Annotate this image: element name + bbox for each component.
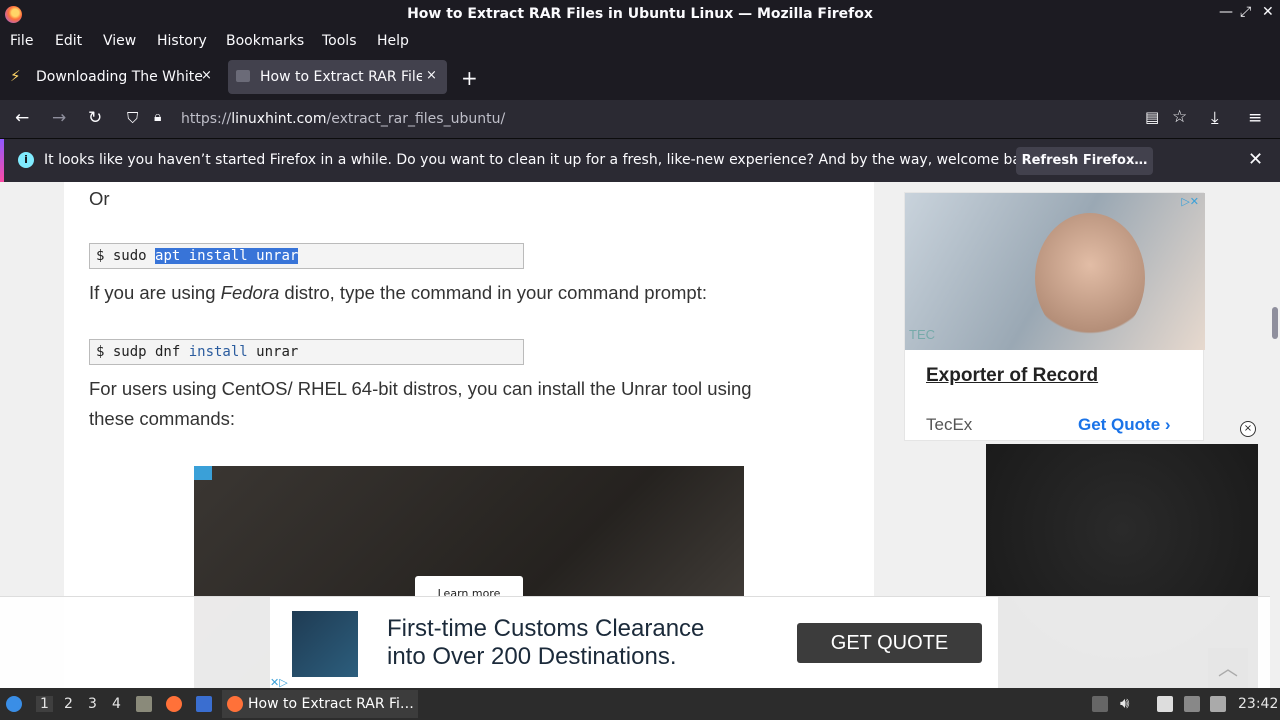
notification-bar: i It looks like you haven’t started Fire… — [0, 138, 1280, 183]
banner-ad[interactable]: First-time Customs Clearance into Over 20… — [270, 597, 998, 689]
fedora-paragraph: If you are using Fedora distro, type the… — [89, 282, 708, 303]
ad-headline[interactable]: Exporter of Record — [926, 365, 1098, 387]
site-favicon-icon — [236, 70, 250, 82]
menu-view[interactable]: View — [103, 33, 136, 49]
firefox-launcher-icon[interactable] — [166, 696, 182, 712]
or-text: Or — [89, 188, 110, 209]
tab-label: Downloading The White House — [36, 69, 204, 85]
task-label: How to Extract RAR Fi… — [248, 696, 414, 712]
file-manager-icon[interactable] — [136, 696, 152, 712]
code-block-apt[interactable]: $ sudo apt install unrar — [89, 243, 524, 269]
page-scrollbar[interactable] — [1270, 182, 1280, 688]
selected-text[interactable]: apt install unrar — [155, 248, 299, 264]
notification-close-icon[interactable]: ✕ — [1248, 149, 1263, 170]
window-title: How to Extract RAR Files in Ubuntu Linux… — [407, 6, 873, 22]
menu-edit[interactable]: Edit — [55, 33, 82, 49]
hamburger-menu-icon[interactable]: ≡ — [1248, 108, 1262, 128]
banner-text: First-time Customs Clearance into Over 20… — [387, 615, 705, 670]
workspace-2[interactable]: 2 — [64, 696, 73, 712]
workspace-3[interactable]: 3 — [88, 696, 97, 712]
minimize-icon[interactable]: — — [1219, 4, 1233, 20]
code-prompt: $ sudo — [96, 248, 156, 264]
ad-close-icon[interactable]: × — [1240, 421, 1256, 437]
ad-watermark: TEC — [909, 327, 935, 342]
tray-storage-icon[interactable] — [1092, 696, 1108, 712]
volume-icon[interactable]: 🔊︎ — [1120, 694, 1129, 712]
notification-message: It looks like you haven’t started Firefo… — [44, 152, 1043, 168]
ad-photo-face — [1035, 213, 1145, 343]
app-menu-icon[interactable] — [6, 696, 22, 712]
bottom-banner-area: First-time Customs Clearance into Over 20… — [0, 596, 1270, 689]
reload-icon[interactable]: ↻ — [88, 108, 102, 128]
tab-close-icon[interactable]: × — [426, 68, 437, 83]
shield-icon[interactable]: ⛉ — [127, 109, 138, 127]
close-icon[interactable]: ✕ — [1262, 4, 1274, 20]
menubar: File Edit View History Bookmarks Tools H… — [0, 29, 1280, 54]
url-bar[interactable]: ⛉ 🔒︎ https://linuxhint.com/extract_rar_f… — [119, 104, 1279, 134]
display-icon[interactable] — [1184, 696, 1200, 712]
tecex-logo-icon — [292, 611, 358, 677]
clock: 23:42 — [1238, 696, 1279, 712]
centos-paragraph: For users using CentOS/ RHEL 64-bit dist… — [89, 378, 752, 429]
workspace-4[interactable]: 4 — [112, 696, 121, 712]
notification-accent — [0, 139, 4, 183]
tab-downloading[interactable]: ⚡ Downloading The White House × — [4, 60, 222, 94]
lightning-icon: ⚡ — [10, 67, 21, 85]
refresh-firefox-button[interactable]: Refresh Firefox… — [1016, 147, 1153, 175]
ad-photo — [905, 193, 1205, 350]
clipboard-icon[interactable] — [1157, 696, 1173, 712]
menu-history[interactable]: History — [157, 33, 207, 49]
url-text[interactable]: https://linuxhint.com/extract_rar_files_… — [181, 111, 505, 127]
lock-icon[interactable]: 🔒︎ — [154, 109, 161, 125]
taskbar: 1 2 3 4 How to Extract RAR Fi… 🔊︎ 23:42 — [0, 688, 1280, 720]
navigation-toolbar: ← → ↻ ⛉ 🔒︎ https://linuxhint.com/extract… — [0, 100, 1280, 138]
tab-close-icon[interactable]: × — [201, 68, 212, 83]
new-tab-button[interactable]: + — [461, 66, 478, 90]
menu-file[interactable]: File — [10, 33, 33, 49]
menu-help[interactable]: Help — [377, 33, 409, 49]
firefox-task-icon — [227, 696, 243, 712]
get-quote-button[interactable]: GET QUOTE — [797, 623, 982, 663]
scrollbar-thumb[interactable] — [1272, 307, 1278, 339]
forward-arrow-icon[interactable]: → — [52, 108, 66, 128]
menu-bookmarks[interactable]: Bookmarks — [226, 33, 304, 49]
ad-brand: TecEx — [926, 415, 973, 434]
bookmark-star-icon[interactable]: ☆ — [1172, 107, 1187, 127]
back-arrow-icon[interactable]: ← — [15, 108, 29, 128]
info-icon: i — [18, 152, 34, 168]
updates-icon[interactable] — [1210, 696, 1226, 712]
tab-label: How to Extract RAR Files — [260, 69, 422, 85]
get-quote-link[interactable]: Get Quote › — [1078, 415, 1171, 435]
ad-marker-icon — [194, 466, 212, 480]
side-ad[interactable]: TEC ▷✕ Exporter of Record TecEx Get Quot… — [904, 192, 1205, 441]
maximize-icon[interactable]: ⤢ — [1240, 4, 1251, 20]
menu-tools[interactable]: Tools — [322, 33, 357, 49]
scroll-to-top-icon[interactable]: ︿ — [1208, 648, 1248, 688]
window-titlebar: How to Extract RAR Files in Ubuntu Linux… — [0, 0, 1280, 29]
terminal-icon[interactable] — [196, 696, 212, 712]
workspace-1[interactable]: 1 — [36, 696, 53, 712]
tab-extract-rar[interactable]: How to Extract RAR Files × — [228, 60, 447, 94]
tab-strip: ⚡ Downloading The White House × How to E… — [0, 54, 1280, 100]
taskbar-task-firefox[interactable]: How to Extract RAR Fi… — [222, 690, 418, 718]
code-block-dnf[interactable]: $ sudp dnf install unrar — [89, 339, 524, 365]
adchoices-icon[interactable]: ▷✕ — [1181, 195, 1199, 208]
reader-view-icon[interactable]: ▤ — [1145, 108, 1159, 126]
download-icon[interactable]: ⤓ — [1211, 108, 1219, 128]
